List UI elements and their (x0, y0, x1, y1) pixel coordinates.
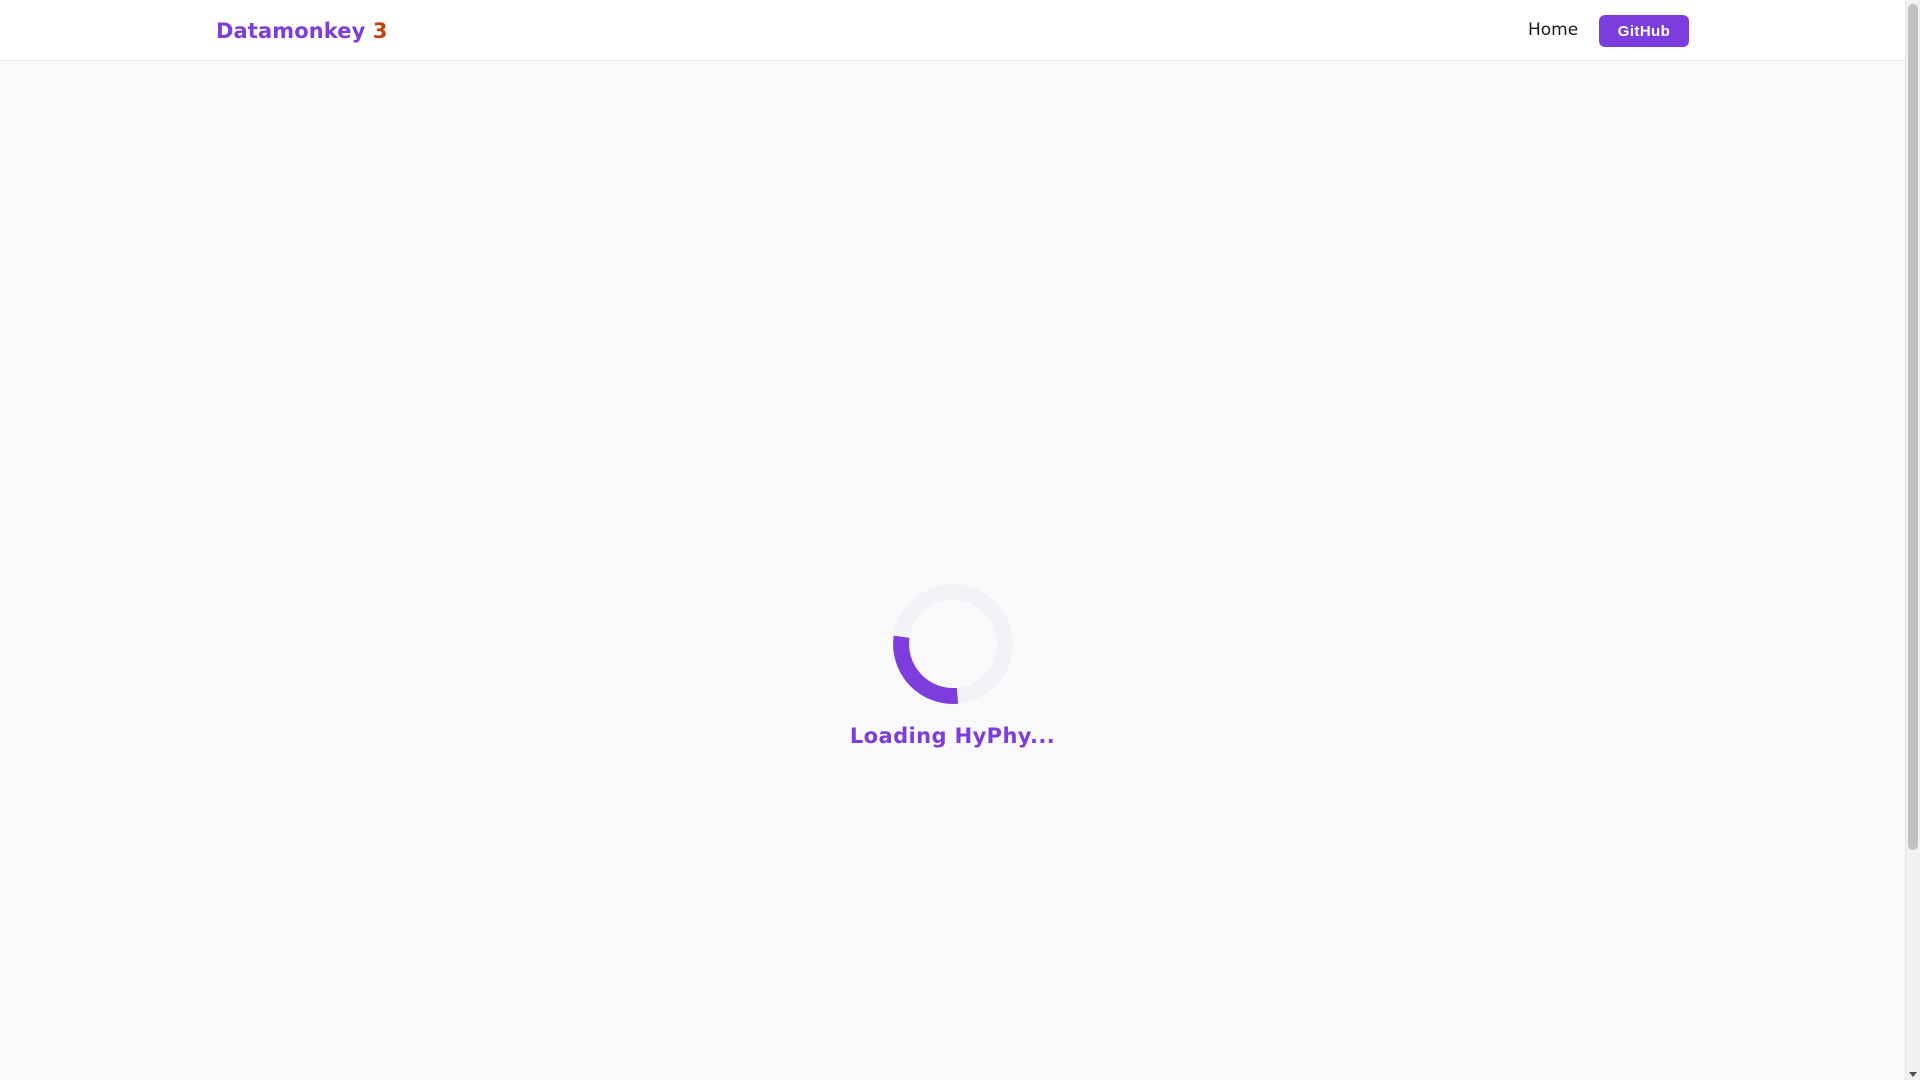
scroll-down-arrow-icon[interactable] (1909, 1072, 1917, 1077)
spinner-icon (892, 584, 1013, 704)
loading-text: Loading HyPhy... (849, 724, 1056, 748)
page: Datamonkey 3 Home GitHub Loading HyPhy..… (0, 0, 1920, 1080)
navbar: Datamonkey 3 Home GitHub (0, 0, 1905, 61)
brand-version: 3 (372, 19, 388, 43)
loading-indicator: Loading HyPhy... (0, 582, 1905, 748)
viewport: Datamonkey 3 Home GitHub Loading HyPhy..… (0, 0, 1905, 1080)
nav-home-link[interactable]: Home (1528, 20, 1578, 40)
brand-name: Datamonkey (216, 19, 366, 43)
brand-logo[interactable]: Datamonkey 3 (216, 19, 388, 43)
vertical-scrollbar[interactable] (1905, 0, 1920, 1080)
scrollbar-thumb[interactable] (1908, 4, 1918, 850)
github-button[interactable]: GitHub (1599, 15, 1689, 47)
